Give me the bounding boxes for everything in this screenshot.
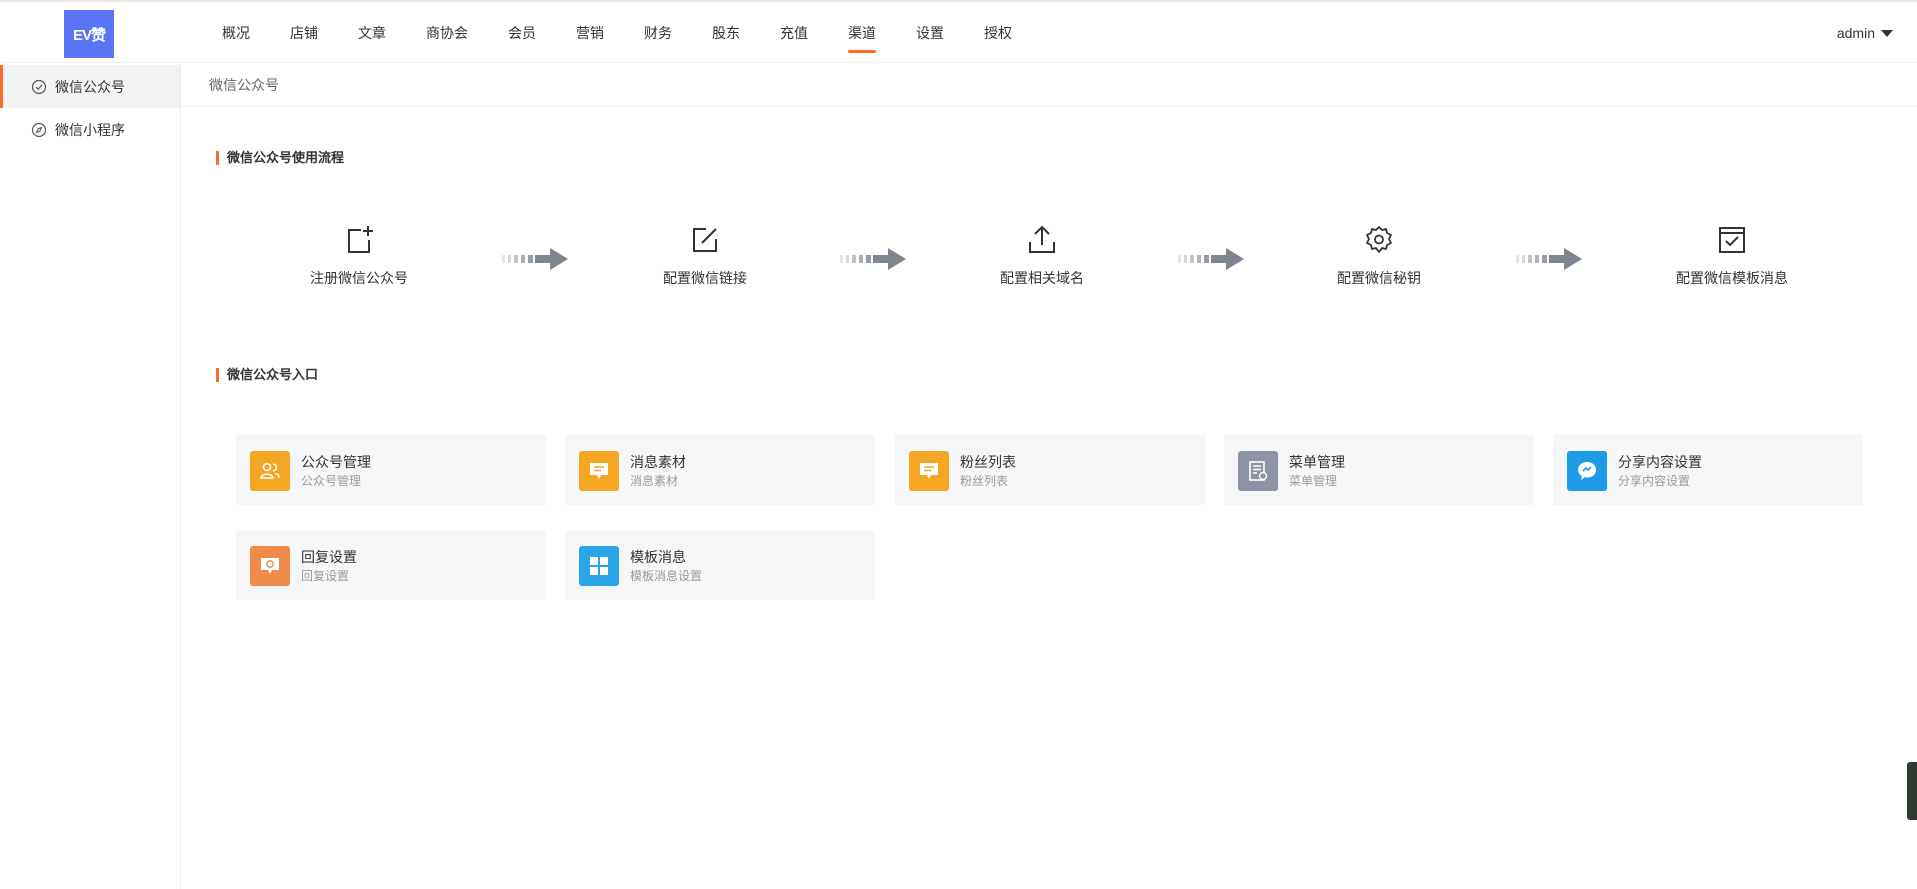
step-label: 注册微信公众号 xyxy=(310,270,408,286)
nav-item-chamber[interactable]: 商协会 xyxy=(426,2,468,65)
step-label: 配置相关域名 xyxy=(1000,270,1084,286)
logo[interactable]: EV赞 xyxy=(64,10,114,58)
add-square-icon xyxy=(348,226,373,253)
card-account-management[interactable]: 公众号管理 公众号管理 xyxy=(236,435,546,505)
sidebar-item-label: 微信公众号 xyxy=(55,78,125,95)
arrow-right-icon xyxy=(1178,248,1244,270)
caret-down-icon xyxy=(1881,30,1893,37)
card-share-settings[interactable]: 分享内容设置 分享内容设置 xyxy=(1553,435,1863,505)
card-subtitle: 分享内容设置 xyxy=(1618,474,1691,488)
main-nav: 概况 店铺 文章 商协会 会员 营销 财务 股东 充值 渠道 设置 授权 xyxy=(222,2,1052,65)
message-icon xyxy=(579,451,619,491)
sidebar: 微信公众号 微信小程序 xyxy=(0,63,181,889)
card-subtitle: 模板消息设置 xyxy=(630,569,703,583)
step-label: 配置微信模板消息 xyxy=(1676,270,1788,286)
top-bar: EV赞 概况 店铺 文章 商协会 会员 营销 财务 股东 充值 渠道 设置 授权… xyxy=(0,0,1917,63)
nav-item-channel[interactable]: 渠道 xyxy=(848,2,876,65)
card-subtitle: 回复设置 xyxy=(301,569,350,583)
card-title: 回复设置 xyxy=(301,549,357,565)
card-fans-list[interactable]: 粉丝列表 粉丝列表 xyxy=(895,435,1205,505)
nav-item-article[interactable]: 文章 xyxy=(358,2,386,65)
edit-icon xyxy=(693,228,717,252)
nav-item-member[interactable]: 会员 xyxy=(508,2,536,65)
entry-section-title: 微信公众号入口 xyxy=(216,368,318,382)
card-title: 消息素材 xyxy=(630,454,686,470)
step-config-template[interactable]: 配置微信模板消息 xyxy=(1632,222,1832,288)
flow-steps: 注册微信公众号 配置微信链接 配置相关域名 配置微信秘钥 配置微信模板消息 xyxy=(182,222,1917,312)
check-circle-icon xyxy=(31,79,47,94)
step-label: 配置微信链接 xyxy=(663,270,747,286)
card-menu-management[interactable]: 菜单管理 菜单管理 xyxy=(1224,435,1534,505)
step-label: 配置微信秘钥 xyxy=(1337,270,1421,286)
nav-item-marketing[interactable]: 营销 xyxy=(576,2,604,65)
nav-item-shareholder[interactable]: 股东 xyxy=(712,2,740,65)
card-message-material[interactable]: 消息素材 消息素材 xyxy=(565,435,875,505)
menu-doc-icon xyxy=(1238,451,1278,491)
step-config-domain[interactable]: 配置相关域名 xyxy=(942,222,1142,288)
card-template-message[interactable]: 模板消息 模板消息设置 xyxy=(565,530,875,600)
breadcrumb: 微信公众号 xyxy=(182,63,1917,107)
sidebar-item-wechat-miniprogram[interactable]: 微信小程序 xyxy=(0,108,180,151)
card-reply-settings[interactable]: 回复设置 回复设置 xyxy=(236,530,546,600)
nav-item-settings[interactable]: 设置 xyxy=(916,2,944,65)
users-icon xyxy=(250,451,290,491)
card-title: 分享内容设置 xyxy=(1618,454,1702,470)
compass-icon xyxy=(31,122,47,137)
card-subtitle: 消息素材 xyxy=(630,474,679,488)
nav-item-store[interactable]: 店铺 xyxy=(290,2,318,65)
gear-icon xyxy=(1366,226,1392,253)
arrow-right-icon xyxy=(840,248,906,270)
sidebar-item-wechat-official[interactable]: 微信公众号 xyxy=(0,65,180,108)
nav-item-finance[interactable]: 财务 xyxy=(644,2,672,65)
message-icon xyxy=(909,451,949,491)
step-config-secret[interactable]: 配置微信秘钥 xyxy=(1279,222,1479,288)
card-subtitle: 公众号管理 xyxy=(301,474,362,488)
step-config-link[interactable]: 配置微信链接 xyxy=(605,222,805,288)
user-menu[interactable]: admin xyxy=(1837,2,1893,65)
card-title: 菜单管理 xyxy=(1289,454,1345,470)
sidebar-item-label: 微信小程序 xyxy=(55,121,125,138)
nav-item-authorization[interactable]: 授权 xyxy=(984,2,1012,65)
calendar-check-icon xyxy=(1719,227,1745,253)
step-register[interactable]: 注册微信公众号 xyxy=(259,222,459,288)
arrow-right-icon xyxy=(502,248,568,270)
grid-icon xyxy=(579,546,619,586)
share-chat-icon xyxy=(1567,451,1607,491)
nav-item-overview[interactable]: 概况 xyxy=(222,2,250,65)
upload-icon xyxy=(1029,225,1055,253)
flow-section-title: 微信公众号使用流程 xyxy=(216,151,344,165)
card-subtitle: 菜单管理 xyxy=(1289,474,1338,488)
card-title: 公众号管理 xyxy=(301,454,371,470)
arrow-right-icon xyxy=(1516,248,1582,270)
floating-widget[interactable] xyxy=(1907,762,1917,820)
card-title: 模板消息 xyxy=(630,549,686,565)
user-name: admin xyxy=(1836,25,1875,41)
nav-item-recharge[interactable]: 充值 xyxy=(780,2,808,65)
card-title: 粉丝列表 xyxy=(960,454,1016,470)
logo-text: EV赞 xyxy=(72,26,106,44)
reply-icon xyxy=(250,546,290,586)
card-subtitle: 粉丝列表 xyxy=(960,474,1009,488)
